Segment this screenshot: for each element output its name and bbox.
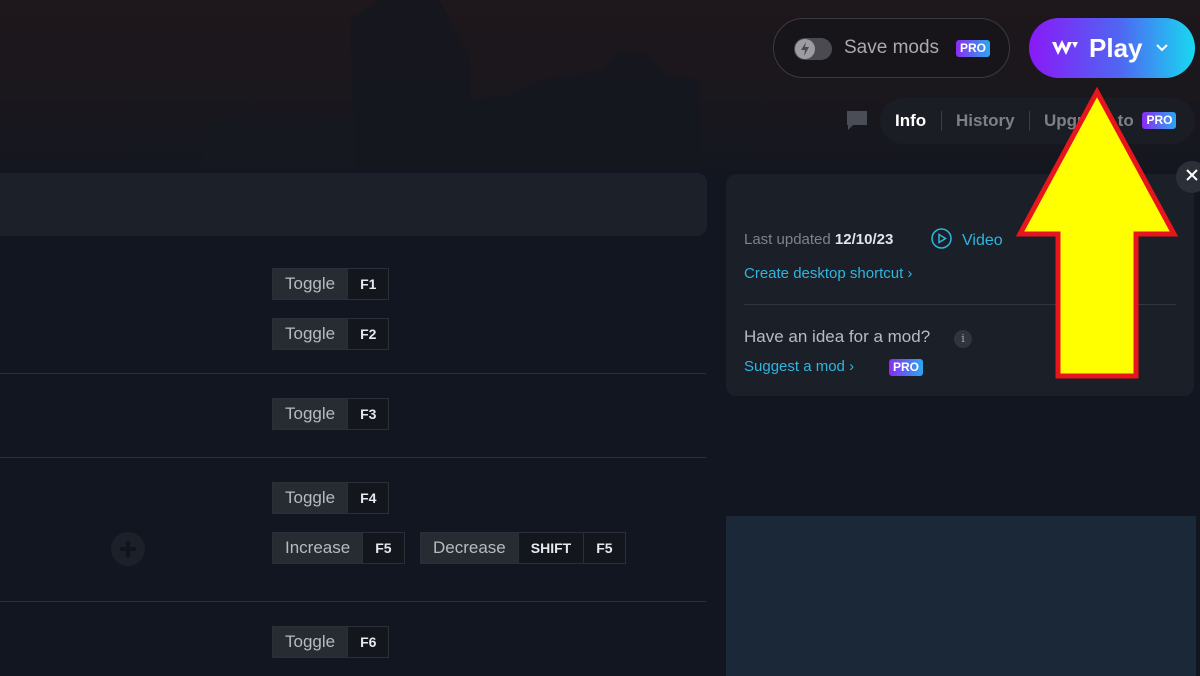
last-updated-date: 12/10/23 [834, 231, 894, 248]
wemod-logo-icon [1051, 39, 1079, 60]
hotkey-key: F5 [583, 533, 625, 563]
panel-divider [744, 304, 1176, 305]
hotkey-key: F2 [347, 319, 389, 349]
tab-separator [941, 111, 942, 131]
save-mods-control[interactable]: Save mods PRO [773, 18, 1010, 78]
hotkey-key: SHIFT [517, 533, 584, 563]
tab-bar: Info History Upgrade to PRO [880, 98, 1195, 144]
add-icon[interactable] [110, 531, 146, 572]
pro-badge: PRO [1142, 112, 1177, 129]
hotkey-toggle-f2[interactable]: Toggle F2 [272, 318, 390, 350]
row-divider [0, 373, 706, 374]
hotkey-action: Toggle [273, 269, 348, 299]
hotkey-toggle-f3[interactable]: Toggle F3 [272, 398, 390, 430]
chat-bubble-icon[interactable] [847, 111, 867, 135]
row-divider [0, 601, 706, 602]
hotkey-toggle-f4[interactable]: Toggle F4 [272, 482, 390, 514]
tab-upgrade[interactable]: Upgrade to PRO [1044, 111, 1177, 131]
hotkey-action: Toggle [273, 399, 348, 429]
last-updated: Last updated 12/10/23 [744, 231, 893, 248]
close-icon [1186, 168, 1198, 186]
create-desktop-shortcut-link[interactable]: Create desktop shortcut › [744, 265, 912, 282]
hotkey-key: F3 [347, 399, 389, 429]
close-button[interactable] [1176, 161, 1200, 193]
pro-badge: PRO [956, 40, 991, 57]
scrollbar[interactable] [1196, 516, 1200, 528]
save-mods-label: Save mods [844, 37, 940, 58]
hotkey-increase-f5[interactable]: Increase F5 [272, 532, 405, 564]
hotkey-action: Decrease [421, 533, 518, 563]
video-player-area[interactable] [726, 516, 1196, 676]
hotkey-key: F5 [362, 533, 404, 563]
info-panel: Last updated 12/10/23 Video Create deskt… [726, 174, 1194, 396]
lightning-icon [795, 39, 815, 59]
row-divider [0, 457, 706, 458]
hotkey-action: Toggle [273, 627, 348, 657]
hotkey-key: F1 [347, 269, 389, 299]
video-label: Video [962, 232, 1003, 249]
tab-upgrade-label: Upgrade to [1044, 111, 1134, 130]
hotkey-key: F6 [347, 627, 389, 657]
tab-separator [1029, 111, 1030, 131]
save-mods-toggle[interactable] [794, 38, 832, 60]
info-icon[interactable]: i [954, 330, 972, 348]
play-circle-icon [931, 228, 952, 254]
hotkey-action: Toggle [273, 483, 348, 513]
pro-badge: PRO [889, 359, 924, 376]
hotkey-toggle-f1[interactable]: Toggle F1 [272, 268, 390, 300]
chevron-down-icon[interactable] [1155, 41, 1169, 56]
play-label: Play [1089, 33, 1143, 63]
video-link[interactable]: Video [931, 228, 1003, 254]
hotkey-action: Toggle [273, 319, 348, 349]
game-hero-background [0, 0, 1200, 170]
hotkey-toggle-f6[interactable]: Toggle F6 [272, 626, 390, 658]
hotkey-decrease-shift-f5[interactable]: Decrease SHIFT F5 [420, 532, 626, 564]
tab-info[interactable]: Info [895, 111, 926, 131]
idea-question: Have an idea for a mod? [744, 327, 931, 346]
hero-silhouette [200, 0, 700, 170]
tab-history[interactable]: History [956, 111, 1015, 131]
suggest-mod-link[interactable]: Suggest a mod › [744, 358, 854, 375]
hotkey-action: Increase [273, 533, 363, 563]
last-updated-label: Last updated [744, 231, 831, 248]
hotkey-key: F4 [347, 483, 389, 513]
mods-search-bar[interactable] [0, 173, 707, 236]
play-button[interactable]: Play [1029, 18, 1195, 78]
